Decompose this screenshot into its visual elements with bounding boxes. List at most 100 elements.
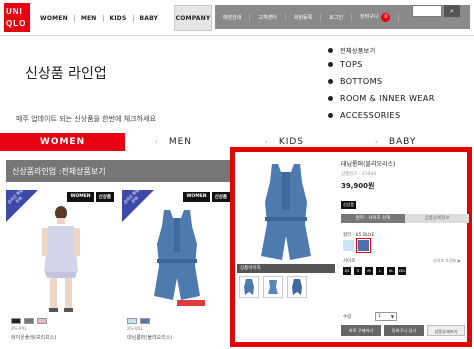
product-size-range: XS-XXL	[127, 327, 144, 332]
nav-company[interactable]: COMPANY	[174, 5, 212, 31]
color-option-light-blue[interactable]	[343, 240, 354, 251]
tab-women[interactable]: WOMEN	[0, 133, 125, 151]
side-menu-label: ACCESSORIES	[340, 111, 401, 120]
section-header: 신상품라인업 :전체상품보기	[6, 160, 238, 182]
cart-label: 장바구니	[360, 13, 379, 20]
quickview-info: 데님롬퍼(블리오리스) 상품번호 : 43944 39,900원 신상품	[341, 159, 471, 210]
nav-men[interactable]: MEN	[75, 14, 104, 22]
thumbnail-1[interactable]	[239, 276, 259, 298]
thumbnail-label: 상품이미지	[237, 264, 335, 273]
side-menu-all[interactable]: 전체상품보기	[328, 44, 435, 56]
chevron-right-icon: ›	[265, 138, 269, 146]
badge-women: WOMEN	[183, 192, 210, 202]
bullet-icon	[328, 47, 333, 53]
product-name[interactable]: 레이온플레(보리프스)	[11, 334, 56, 341]
product-quickview-popup: 상품이미지 데님롬퍼(블리오리스) 상품번호 : 43944 39,900원 신…	[230, 147, 472, 347]
quantity-select[interactable]: 1 ▼	[375, 312, 397, 321]
size-option-xxl[interactable]: XXL	[398, 267, 406, 275]
size-guide-link[interactable]: 사이즈 조견표 ▶	[433, 258, 461, 264]
bullet-icon	[328, 79, 333, 84]
size-option-m[interactable]: M	[365, 267, 373, 275]
color-swatches	[11, 318, 47, 324]
page-subtitle: 매주 업데이트 되는 신상품을 한번에 체크하세요	[16, 115, 156, 123]
search-input[interactable]	[412, 5, 442, 17]
swatch-light-blue[interactable]	[127, 318, 137, 324]
buy-now-button[interactable]: 바로 구매하기	[341, 325, 381, 336]
nav-baby[interactable]: BABY	[134, 15, 165, 22]
model-image	[42, 206, 80, 312]
chevron-down-icon: ▼	[390, 314, 394, 319]
bullet-icon	[328, 96, 333, 101]
size-option-l[interactable]: L	[376, 267, 384, 275]
badge-new: 신상품	[95, 192, 114, 202]
product-name[interactable]: 데님롬퍼(불리오리스)	[127, 334, 172, 341]
side-category-menu: 전체상품보기 TOPS BOTTOMS ROOM & INNER WEAR AC…	[328, 44, 435, 124]
logo-line-1: UNI	[6, 7, 23, 16]
size-label: 사이즈	[343, 259, 356, 264]
quickview-price: 39,900원	[341, 182, 375, 190]
side-menu-label: ROOM & INNER WEAR	[340, 94, 435, 103]
quickview-main-image[interactable]	[237, 160, 335, 268]
side-menu-bottoms[interactable]: BOTTOMS	[328, 73, 435, 90]
tab-label: BABY	[388, 137, 417, 147]
page-root: UNI QLO WOMEN MEN KIDS BABY COMPANY 매장안내…	[0, 0, 474, 349]
uniqlo-logo[interactable]: UNI QLO	[4, 3, 30, 32]
sale-tag	[177, 300, 205, 306]
swatch-blue[interactable]	[140, 318, 150, 324]
search-icon[interactable]: ⌕	[444, 5, 460, 17]
quantity-value: 1	[378, 314, 381, 319]
util-cart[interactable]: 장바구니 0	[352, 12, 400, 22]
side-menu-tops[interactable]: TOPS	[328, 56, 435, 73]
product-badges: WOMEN 신상품	[183, 192, 230, 202]
chevron-right-icon: ›	[155, 138, 159, 146]
quickview-tabs: 컬러 · 사이즈 선택 상품상세정보	[341, 214, 469, 223]
util-customer-center[interactable]: 고객센터	[250, 13, 286, 21]
bullet-icon	[328, 62, 333, 67]
badge-new: 신상품	[211, 192, 230, 202]
cart-count-badge: 0	[381, 12, 391, 22]
side-menu-room-inner[interactable]: ROOM & INNER WEAR	[328, 90, 435, 107]
side-menu-accessories[interactable]: ACCESSORIES	[328, 107, 435, 124]
quickview-actions: 바로 구매하기 장바구니 담기 상품상세보기	[341, 325, 465, 336]
size-option-xl[interactable]: XL	[387, 267, 395, 275]
quantity-label: 수량	[343, 315, 352, 320]
swatch-gray[interactable]	[24, 318, 34, 324]
thumbnail-strip	[239, 276, 307, 298]
size-option-xs[interactable]: XS	[343, 267, 351, 275]
product-badges: WOMEN 신상품	[67, 192, 114, 202]
side-menu-label: TOPS	[340, 60, 363, 69]
tab-product-detail[interactable]: 상품상세정보	[405, 214, 469, 223]
swatch-black[interactable]	[11, 318, 21, 324]
size-option-s[interactable]: S	[354, 267, 362, 275]
color-options	[343, 238, 371, 253]
logo-line-2: QLO	[6, 19, 27, 28]
tab-label: MEN	[168, 137, 192, 147]
nav-kids[interactable]: KIDS	[104, 14, 134, 22]
tab-color-size[interactable]: 컬러 · 사이즈 선택	[341, 214, 405, 223]
page-title: 신상품 라인업	[25, 66, 107, 82]
quickview-product-code: 상품번호 : 43944	[341, 172, 377, 177]
product-card[interactable]: 온라인 특별판매 WOMEN 신상품 XS-XXL 데님롬퍼(불리오리스)	[122, 188, 232, 345]
tab-label: KIDS	[278, 137, 305, 147]
color-option-blue[interactable]	[356, 238, 371, 253]
swatch-pink[interactable]	[37, 318, 47, 324]
product-card[interactable]: 온라인 특별판매 WOMEN 신상품 XS-XXL 레이온플레(보리프스)	[6, 188, 116, 345]
badge-women: WOMEN	[67, 192, 94, 202]
view-detail-button[interactable]: 상품상세보기	[427, 325, 465, 336]
color-swatches	[127, 318, 150, 324]
quickview-new-tag: 신상품	[341, 201, 357, 209]
thumbnail-3[interactable]	[287, 276, 307, 298]
util-login[interactable]: 로그인	[321, 13, 353, 21]
size-options: XS S M L XL XXL	[343, 267, 406, 275]
util-store-locator[interactable]: 매장안내	[215, 13, 251, 21]
global-header: UNI QLO WOMEN MEN KIDS BABY COMPANY 매장안내…	[0, 0, 474, 36]
util-register[interactable]: 회원등록	[286, 13, 322, 21]
nav-women[interactable]: WOMEN	[34, 14, 75, 22]
color-label: 컬러 : 65 BLUE	[343, 233, 375, 238]
thumbnail-2[interactable]	[263, 276, 283, 298]
chevron-right-icon: ›	[375, 138, 379, 146]
quickview-product-name: 데님롬퍼(블리오리스)	[341, 161, 396, 168]
product-size-range: XS-XXL	[11, 327, 28, 332]
add-to-cart-button[interactable]: 장바구니 담기	[384, 325, 424, 336]
romper-large-image	[261, 164, 311, 260]
